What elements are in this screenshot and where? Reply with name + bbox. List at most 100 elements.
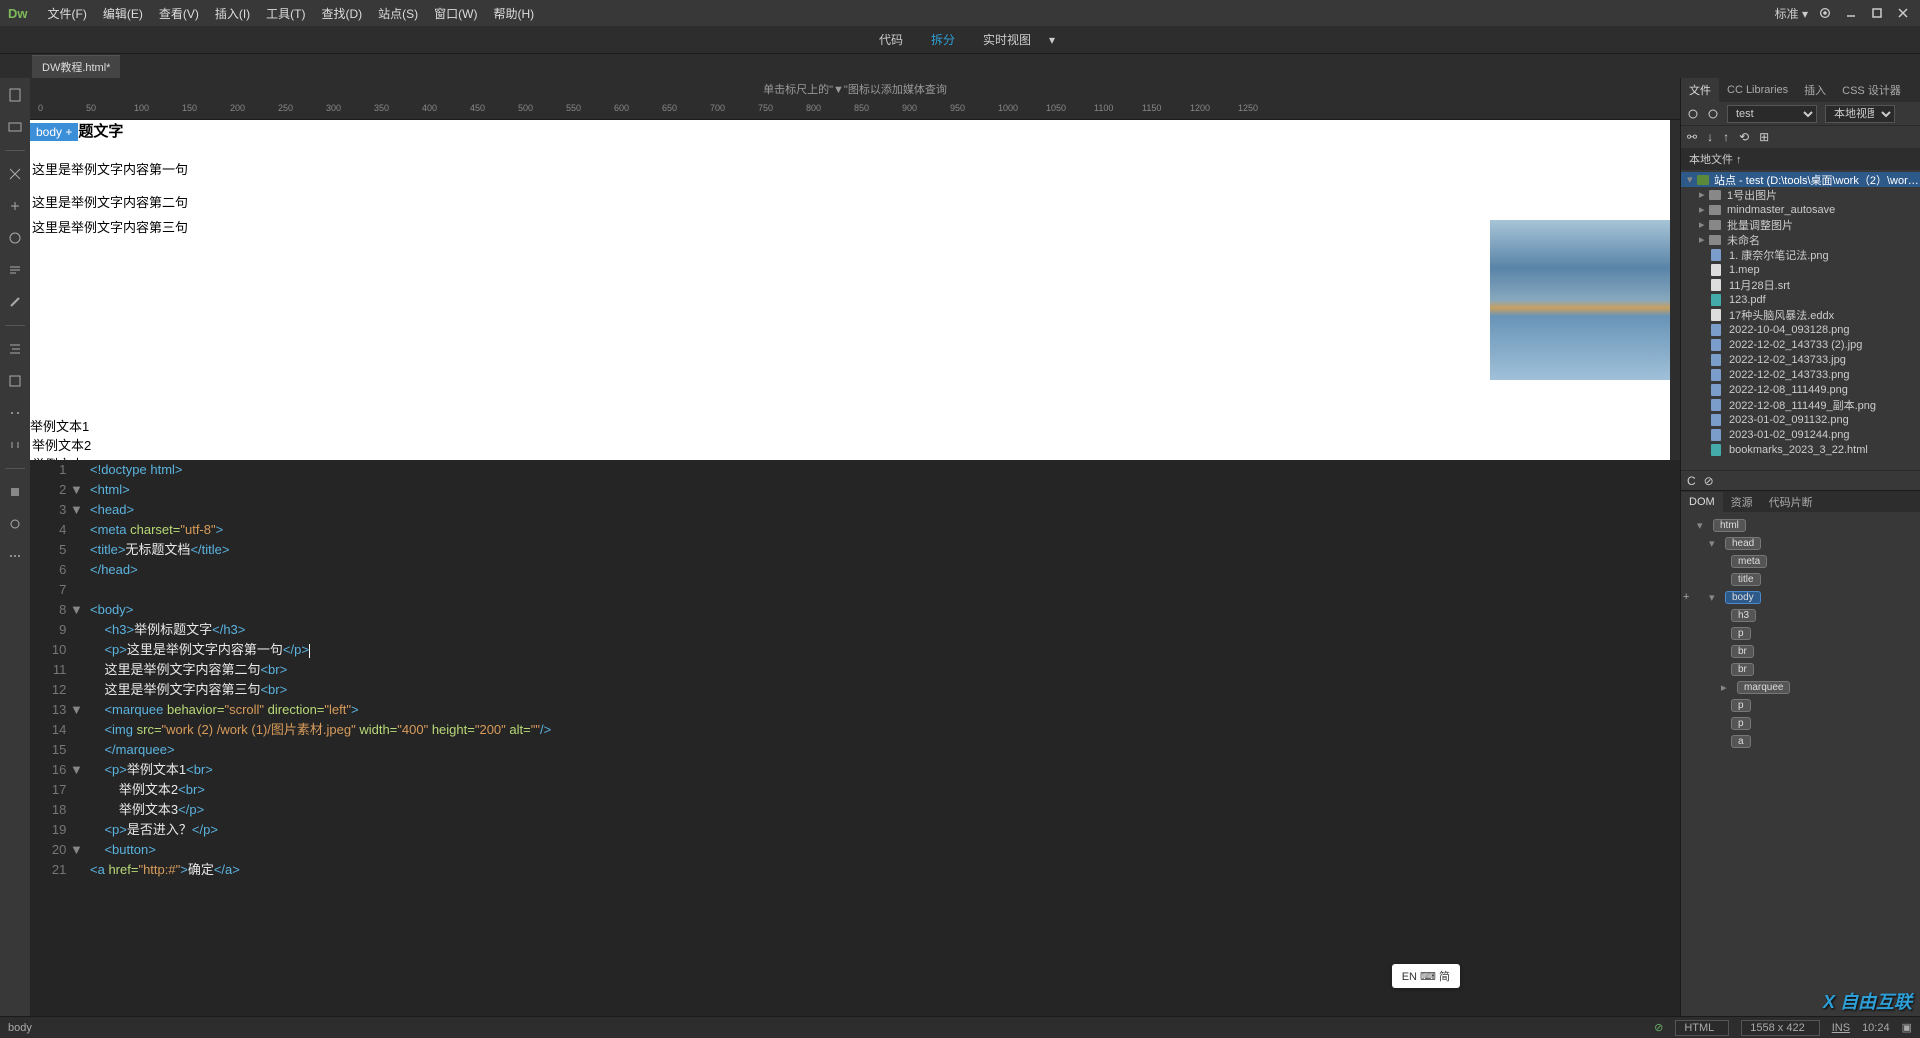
status-path[interactable]: body bbox=[8, 1022, 32, 1034]
more-icon[interactable] bbox=[6, 547, 24, 565]
tree-folder[interactable]: ▸批量调整图片 bbox=[1681, 217, 1920, 232]
status-screen-icon[interactable]: ▣ bbox=[1902, 1021, 1912, 1034]
dom-node-head[interactable]: head bbox=[1725, 537, 1761, 550]
line-gutter: 1 2 ▼3 ▼4 5 6 7 8 ▼9 10 11 12 13 ▼14 15 … bbox=[30, 460, 90, 1016]
css-icon[interactable] bbox=[6, 436, 24, 454]
dom-node-html[interactable]: html bbox=[1713, 519, 1746, 532]
refresh-icon[interactable] bbox=[6, 229, 24, 247]
dom-node-p[interactable]: p bbox=[1731, 627, 1751, 640]
tree-file[interactable]: 123.pdf bbox=[1681, 292, 1920, 307]
tree-file[interactable]: 2022-12-08_111449_副本.png bbox=[1681, 397, 1920, 412]
tree-file[interactable]: 2022-10-04_093128.png bbox=[1681, 322, 1920, 337]
dom-node-h3[interactable]: h3 bbox=[1731, 609, 1756, 622]
nav-icon[interactable] bbox=[6, 197, 24, 215]
expand-icon[interactable]: ⊞ bbox=[1759, 130, 1769, 144]
tree-file[interactable]: 2023-01-02_091244.png bbox=[1681, 427, 1920, 442]
menu-edit[interactable]: 编辑(E) bbox=[95, 1, 151, 26]
menu-view[interactable]: 查看(V) bbox=[151, 1, 207, 26]
tab-code[interactable]: 代码 bbox=[865, 27, 917, 52]
manage-icon[interactable] bbox=[6, 118, 24, 136]
dom-node-p[interactable]: p bbox=[1731, 699, 1751, 712]
menu-find[interactable]: 查找(D) bbox=[313, 1, 370, 26]
tree-file[interactable]: bookmarks_2023_3_22.html bbox=[1681, 442, 1920, 457]
tree-file[interactable]: 1. 康奈尔笔记法.png bbox=[1681, 247, 1920, 262]
tab-assets[interactable]: 资源 bbox=[1723, 490, 1761, 514]
ime-indicator[interactable]: EN ⌨ 简 bbox=[1392, 964, 1460, 988]
menu-file[interactable]: 文件(F) bbox=[40, 1, 95, 26]
tree-folder[interactable]: ▸mindmaster_autosave bbox=[1681, 202, 1920, 217]
stop-icon[interactable]: ⊘ bbox=[1704, 474, 1714, 488]
link-icon[interactable]: ⚯ bbox=[1687, 130, 1697, 144]
wrap-icon[interactable] bbox=[6, 404, 24, 422]
menu-tools[interactable]: 工具(T) bbox=[258, 1, 313, 26]
dom-node-p[interactable]: p bbox=[1731, 717, 1751, 730]
tab-files[interactable]: 文件 bbox=[1681, 78, 1719, 102]
tab-live[interactable]: 实时视图 bbox=[969, 27, 1045, 52]
add-node-icon[interactable]: + bbox=[1683, 591, 1689, 603]
maximize-icon[interactable] bbox=[1868, 4, 1886, 22]
dom-node-br[interactable]: br bbox=[1731, 663, 1754, 676]
tab-css-designer[interactable]: CSS 设计器 bbox=[1834, 78, 1909, 102]
expand-icon[interactable] bbox=[6, 165, 24, 183]
status-ok-icon[interactable]: ⊘ bbox=[1654, 1021, 1663, 1034]
refresh-icon[interactable]: C bbox=[1687, 474, 1696, 488]
body-tag-badge[interactable]: body + bbox=[30, 123, 78, 141]
tree-site-root[interactable]: ▾ 站点 - test (D:\tools\桌面\work（2）\work (.… bbox=[1681, 172, 1920, 187]
comment-icon[interactable] bbox=[6, 261, 24, 279]
tree-file[interactable]: 11月28日.srt bbox=[1681, 277, 1920, 292]
preview-line3: 这里是举例文字内容第三句 bbox=[32, 217, 1668, 236]
dom-node-meta[interactable]: meta bbox=[1731, 555, 1767, 568]
tree-file[interactable]: 2022-12-02_143733 (2).jpg bbox=[1681, 337, 1920, 352]
tree-file[interactable]: 2023-01-02_091132.png bbox=[1681, 412, 1920, 427]
sync2-icon[interactable]: ⟲ bbox=[1739, 130, 1749, 144]
menu-window[interactable]: 窗口(W) bbox=[426, 1, 485, 26]
color-icon[interactable] bbox=[6, 483, 24, 501]
dom-node-body[interactable]: body bbox=[1725, 591, 1761, 604]
settings-icon[interactable] bbox=[1816, 4, 1834, 22]
preview-icon[interactable] bbox=[6, 515, 24, 533]
tree-folder[interactable]: ▸未命名 bbox=[1681, 232, 1920, 247]
document-tab[interactable]: DW教程.html* bbox=[32, 55, 120, 78]
status-lang[interactable]: HTML bbox=[1675, 1020, 1729, 1036]
sync-icon[interactable] bbox=[1687, 108, 1699, 120]
brush-icon[interactable] bbox=[6, 293, 24, 311]
code-content[interactable]: <!doctype html><html><head><meta charset… bbox=[90, 460, 1680, 1016]
code-editor[interactable]: 1 2 ▼3 ▼4 5 6 7 8 ▼9 10 11 12 13 ▼14 15 … bbox=[30, 460, 1680, 1016]
tab-snippets[interactable]: 代码片断 bbox=[1761, 490, 1821, 514]
indent-icon[interactable] bbox=[6, 340, 24, 358]
minimize-icon[interactable] bbox=[1842, 4, 1860, 22]
ruler[interactable]: 0501001502002503003504004505005506006507… bbox=[30, 100, 1680, 120]
dom-node-marquee[interactable]: marquee bbox=[1737, 681, 1790, 694]
view-select[interactable]: 本地视图 bbox=[1825, 105, 1895, 123]
status-mode[interactable]: INS bbox=[1832, 1022, 1850, 1034]
tree-file[interactable]: 1.mep bbox=[1681, 262, 1920, 277]
format-icon[interactable] bbox=[6, 372, 24, 390]
scrollbar[interactable] bbox=[1672, 120, 1678, 300]
dom-node-br[interactable]: br bbox=[1731, 645, 1754, 658]
preview-pane[interactable]: body +题文字 这里是举例文字内容第一句 这里是举例文字内容第二句 这里是举… bbox=[30, 120, 1680, 460]
chevron-down-icon[interactable]: ▾ bbox=[1049, 33, 1055, 47]
site-select[interactable]: test bbox=[1727, 105, 1817, 123]
close-icon[interactable] bbox=[1894, 4, 1912, 22]
dom-node-a[interactable]: a bbox=[1731, 735, 1751, 748]
tab-dom[interactable]: DOM bbox=[1681, 492, 1723, 512]
tab-split[interactable]: 拆分 bbox=[917, 27, 969, 52]
panel-tabs: 文件 CC Libraries 插入 CSS 设计器 bbox=[1681, 78, 1920, 102]
tree-file[interactable]: 2022-12-08_111449.png bbox=[1681, 382, 1920, 397]
tab-insert[interactable]: 插入 bbox=[1796, 78, 1834, 102]
tree-file[interactable]: 17种头脑风暴法.eddx bbox=[1681, 307, 1920, 322]
file-icon[interactable] bbox=[6, 86, 24, 104]
download-icon[interactable]: ↓ bbox=[1707, 130, 1713, 144]
menu-site[interactable]: 站点(S) bbox=[370, 1, 426, 26]
menu-help[interactable]: 帮助(H) bbox=[485, 1, 542, 26]
tab-cc-libraries[interactable]: CC Libraries bbox=[1719, 80, 1796, 100]
tree-folder[interactable]: ▸1号出图片 bbox=[1681, 187, 1920, 202]
site-icon[interactable] bbox=[1707, 108, 1719, 120]
tree-file[interactable]: 2022-12-02_143733.png bbox=[1681, 367, 1920, 382]
tree-file[interactable]: 2022-12-02_143733.jpg bbox=[1681, 352, 1920, 367]
workspace-selector[interactable]: 标准 ▾ bbox=[1775, 5, 1808, 22]
status-size[interactable]: 1558 x 422 bbox=[1741, 1020, 1819, 1036]
dom-node-title[interactable]: title bbox=[1731, 573, 1761, 586]
menu-insert[interactable]: 插入(I) bbox=[207, 1, 258, 26]
upload-icon[interactable]: ↑ bbox=[1723, 130, 1729, 144]
